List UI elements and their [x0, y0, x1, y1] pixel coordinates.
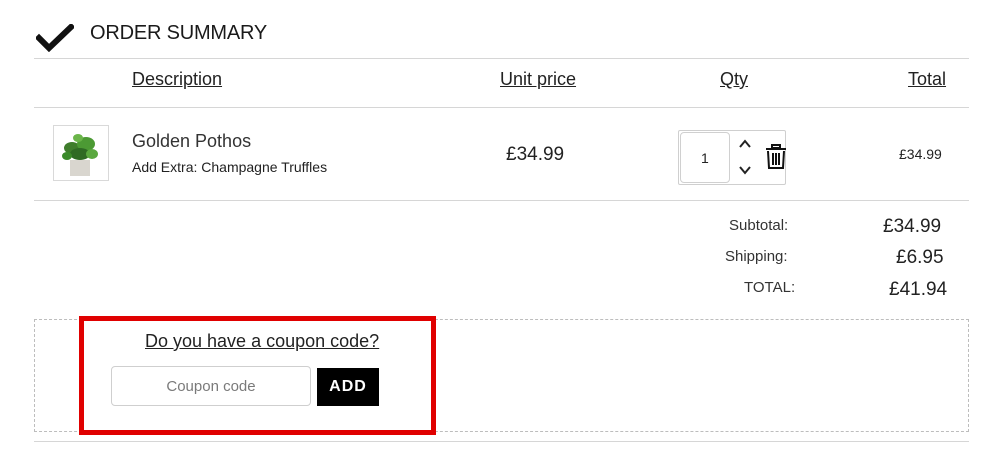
column-header-description: Description: [132, 69, 223, 89]
shipping-value: £6.95: [896, 247, 944, 268]
divider: [34, 441, 969, 442]
page-title: ORDER SUMMARY: [90, 22, 268, 44]
divider: [34, 58, 969, 59]
shipping-label: Shipping:: [725, 248, 788, 265]
product-name: Golden Pothos: [132, 131, 252, 151]
chevron-down-icon[interactable]: [737, 163, 753, 177]
column-header-qty: Qty: [720, 69, 749, 89]
trash-icon[interactable]: [764, 144, 788, 170]
total-label: TOTAL:: [744, 279, 796, 296]
unit-price: £34.99: [506, 144, 565, 165]
quantity-input[interactable]: 1: [680, 132, 730, 183]
divider: [34, 107, 969, 108]
product-extra: Add Extra: Champagne Truffles: [132, 159, 328, 175]
coupon-code-input[interactable]: [111, 366, 311, 406]
column-header-unit-price: Unit price: [500, 69, 577, 89]
coupon-code-link[interactable]: Do you have a coupon code?: [145, 331, 379, 352]
checkmark-icon: [36, 24, 74, 52]
line-total: £34.99: [899, 146, 942, 162]
column-header-total: Total: [908, 69, 947, 89]
chevron-up-icon[interactable]: [737, 137, 753, 151]
total-value: £41.94: [889, 279, 948, 300]
plant-thumbnail: [53, 125, 109, 181]
subtotal-value: £34.99: [883, 216, 942, 237]
subtotal-label: Subtotal:: [729, 217, 789, 234]
divider: [34, 200, 969, 201]
add-coupon-button[interactable]: ADD: [317, 368, 379, 406]
